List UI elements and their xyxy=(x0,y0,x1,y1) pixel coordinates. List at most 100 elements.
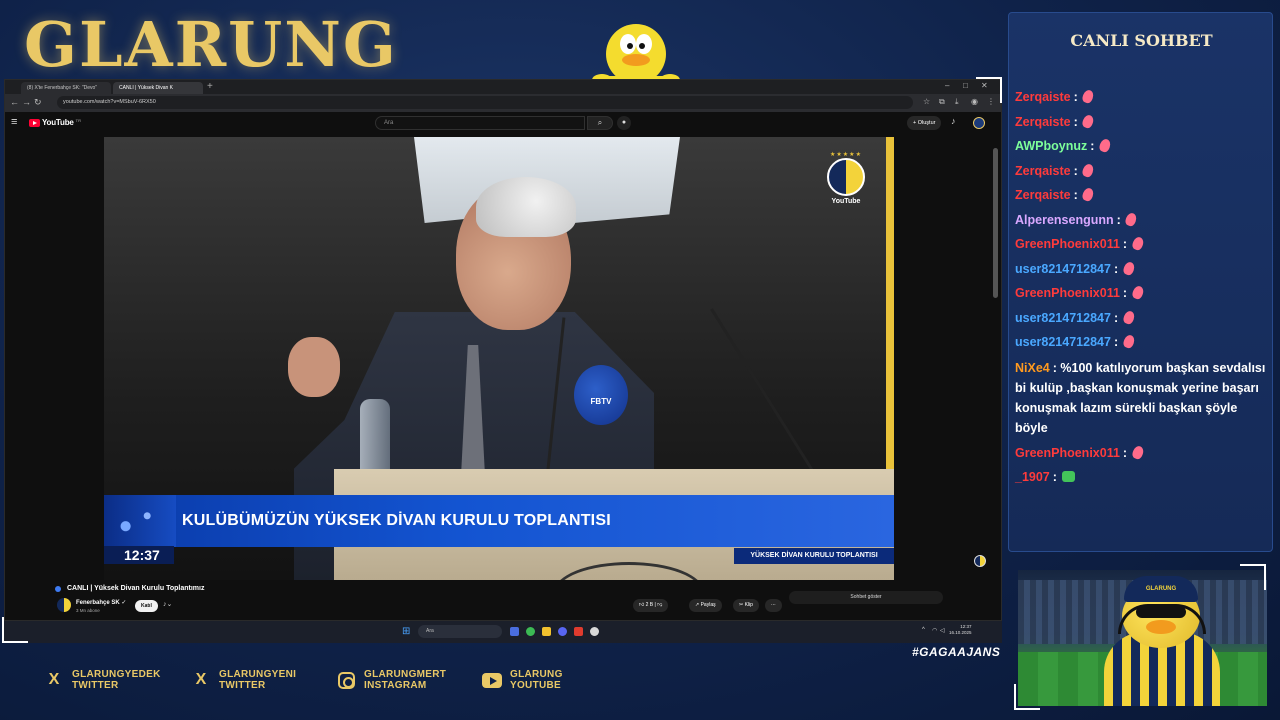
lower-third-time: 12:37 xyxy=(124,547,160,563)
address-bar: ← → ↻ youtube.com/watch?v=MSbuV-6RX50 ☆ … xyxy=(5,94,1001,112)
feather-emote-icon xyxy=(1130,235,1145,252)
channel-avatar[interactable] xyxy=(57,598,71,612)
youtube-play-icon xyxy=(29,118,40,127)
account-avatar[interactable] xyxy=(973,117,985,129)
tray-chevron-icon[interactable]: ^ xyxy=(922,627,925,633)
fbtv-microphone: FBTV xyxy=(574,365,628,425)
windows-taskbar: ⊞ Ara ^ ◠ ◁ 12:37 16.10.2025 xyxy=(4,621,1002,643)
sunglasses-icon xyxy=(1136,606,1186,618)
create-button[interactable]: + Oluştur xyxy=(907,116,942,130)
green-emote-icon xyxy=(1062,471,1076,482)
brave-icon[interactable] xyxy=(574,627,583,636)
social-youtube: GLARUNG YOUTUBE xyxy=(482,669,563,691)
discord-icon[interactable] xyxy=(558,627,567,636)
share-button[interactable]: ↗ Paylaş xyxy=(689,599,722,612)
youtube-logo[interactable]: YouTube TR xyxy=(29,118,81,127)
feather-emote-icon xyxy=(1121,333,1136,350)
page-scrollbar[interactable] xyxy=(993,148,998,298)
lower-third-title: KULÜBÜMÜZÜN YÜKSEK DİVAN KURULU TOPLANTI… xyxy=(182,512,611,529)
chat-message: NiXe4: %100 katılıyorum başkan sevdalısı… xyxy=(1015,360,1266,435)
lower-third-emblem xyxy=(104,495,176,547)
chat-message: user8214712847: xyxy=(1015,306,1267,331)
chat-username[interactable]: NiXe4 xyxy=(1015,361,1050,375)
microphone-icon[interactable]: ● xyxy=(617,116,631,130)
notifications-bell-icon[interactable]: ♪ xyxy=(951,116,956,126)
chat-message: Zerqaiste: xyxy=(1015,159,1267,184)
clip-button[interactable]: ✂ Klip xyxy=(733,599,759,612)
downloads-icon[interactable]: ⤓ xyxy=(955,97,959,107)
chrome-icon[interactable] xyxy=(526,627,535,636)
webcam-feed: GLARUNG xyxy=(1018,570,1267,706)
channel-name[interactable]: Fenerbahçe SK ✓ xyxy=(76,599,126,606)
taskbar-clock[interactable]: 12:37 16.10.2025 xyxy=(949,624,972,636)
windows-start-icon[interactable]: ⊞ xyxy=(402,626,410,637)
taskview-icon[interactable] xyxy=(510,627,519,636)
file-explorer-icon[interactable] xyxy=(542,627,551,636)
frame-corner xyxy=(976,77,1002,103)
join-button[interactable]: Katıl xyxy=(135,600,158,612)
browser-tab[interactable]: (8) X'te Fenerbahçe SK: "Devo" xyxy=(21,82,111,94)
feather-emote-icon xyxy=(1081,88,1096,105)
maximize-icon[interactable]: □ xyxy=(963,81,968,90)
frame-corner xyxy=(1240,564,1266,590)
search-icon[interactable]: ⌕ xyxy=(587,116,613,130)
youtube-header: ≡ YouTube TR Ara ⌕ ● + Oluştur ♪ xyxy=(5,112,1001,135)
chat-username[interactable]: GreenPhoenix011 xyxy=(1015,446,1120,460)
chat-message: Zerqaiste: xyxy=(1015,85,1267,110)
verified-icon: ✓ xyxy=(121,600,127,606)
feather-emote-icon xyxy=(1124,211,1139,227)
chat-username[interactable]: user8214712847 xyxy=(1015,311,1111,325)
chat-username[interactable]: Zerqaiste xyxy=(1015,164,1071,178)
live-indicator-icon xyxy=(55,586,61,592)
mascot-cap: GLARUNG xyxy=(1124,576,1198,602)
more-actions-icon[interactable]: ⋯ xyxy=(765,599,782,612)
minimize-icon[interactable]: – xyxy=(945,81,949,90)
chat-message: user8214712847: xyxy=(1015,257,1267,282)
bookmark-star-icon[interactable]: ☆ xyxy=(923,97,930,106)
feather-emote-icon xyxy=(1081,113,1096,129)
hashtag-label: #GAGAAJANS xyxy=(912,645,1001,659)
social-x-yeni: X GLARUNGYENI TWITTER xyxy=(191,669,296,691)
forward-icon[interactable]: → xyxy=(22,97,31,107)
obs-icon[interactable] xyxy=(590,627,599,636)
feather-emote-icon xyxy=(1081,186,1096,203)
subscribe-bell-icon[interactable]: ♪⌄ xyxy=(163,600,172,608)
back-icon[interactable]: ← xyxy=(10,97,19,107)
video-player[interactable]: FBTV ★★★★★ YouTube KULÜBÜMÜZÜN YÜKSEK Dİ… xyxy=(104,137,894,580)
frame-corner xyxy=(2,617,28,643)
extensions-icon[interactable]: ⧉ xyxy=(939,97,945,107)
video-title: CANLI | Yüksek Divan Kurulu Toplantımız xyxy=(67,585,205,592)
reload-icon[interactable]: ↻ xyxy=(34,97,42,108)
chat-username[interactable]: Zerqaiste xyxy=(1015,115,1071,129)
water-bottle xyxy=(360,399,390,474)
url-field[interactable]: youtube.com/watch?v=MSbuV-6RX50 xyxy=(57,96,913,109)
youtube-search-input[interactable]: Ara xyxy=(375,116,585,130)
like-button[interactable]: 👍︎ 2 B | 👎︎ xyxy=(633,599,669,612)
hamburger-menu-icon[interactable]: ≡ xyxy=(11,116,17,128)
volume-icon[interactable]: ◁ xyxy=(940,627,945,634)
frame-corner xyxy=(1014,684,1040,710)
instagram-icon xyxy=(337,671,355,689)
tab-strip: (8) X'te Fenerbahçe SK: "Devo" CANLI | Y… xyxy=(5,80,1001,94)
taskbar-search-input[interactable]: Ara xyxy=(418,625,502,638)
new-tab-icon[interactable]: + xyxy=(207,81,213,92)
chat-username[interactable]: GreenPhoenix011 xyxy=(1015,286,1120,300)
chat-username[interactable]: user8214712847 xyxy=(1015,335,1111,349)
network-icon[interactable]: ◠ xyxy=(932,627,937,634)
chat-username[interactable]: Zerqaiste xyxy=(1015,188,1071,202)
feather-emote-icon xyxy=(1081,162,1096,178)
chat-username[interactable]: GreenPhoenix011 xyxy=(1015,237,1120,251)
chat-header: CANLI SOHBET xyxy=(1070,31,1213,50)
show-chat-button[interactable]: Sohbet göster xyxy=(789,591,943,604)
chat-username[interactable]: _1907 xyxy=(1015,470,1050,484)
chat-username[interactable]: user8214712847 xyxy=(1015,262,1111,276)
chat-username[interactable]: Zerqaiste xyxy=(1015,90,1071,104)
chat-username[interactable]: AWPboynuz xyxy=(1015,139,1087,153)
feather-emote-icon xyxy=(1121,260,1136,276)
thumbs-down-icon: 👎︎ xyxy=(657,602,663,608)
chat-username[interactable]: Alperensengunn xyxy=(1015,213,1114,227)
chat-message-list[interactable]: Zerqaiste: Zerqaiste: AWPboynuz: Zerqais… xyxy=(1015,85,1267,490)
browser-tab-active[interactable]: CANLI | Yüksek Divan K xyxy=(113,82,203,94)
lower-third-subtitle: YÜKSEK DİVAN KURULU TOPLANTISI xyxy=(750,552,878,559)
feather-emote-icon xyxy=(1130,284,1145,301)
